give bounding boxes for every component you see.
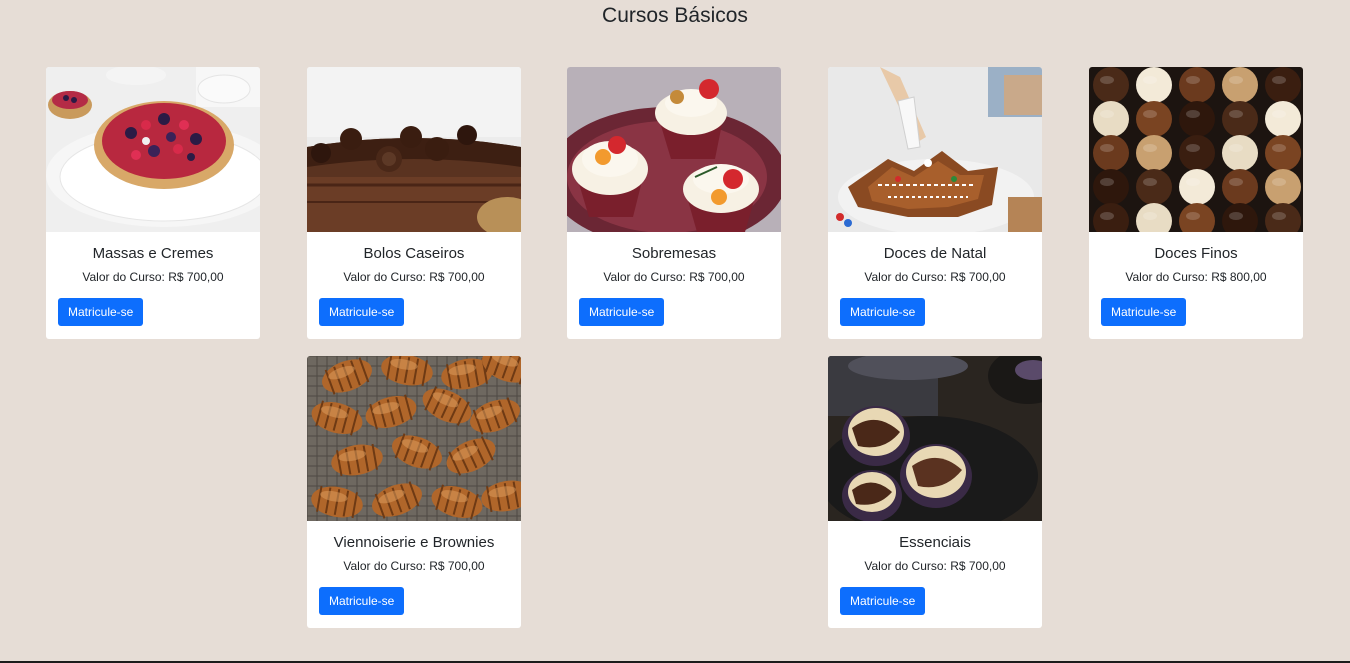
course-card-essenciais: Essenciais Valor do Curso: R$ 700,00 Mat…	[828, 356, 1042, 628]
course-price: Valor do Curso: R$ 700,00	[82, 270, 224, 284]
muffins-image	[828, 356, 1042, 521]
cupcakes-image	[567, 67, 781, 232]
course-card-sobremesas: Sobremesas Valor do Curso: R$ 700,00 Mat…	[567, 67, 781, 339]
course-title: Viennoiserie e Brownies	[333, 534, 495, 551]
course-card-massas-e-cremes: Massas e Cremes Valor do Curso: R$ 700,0…	[46, 67, 260, 339]
section-title: Cursos Básicos	[602, 4, 748, 27]
course-price: Valor do Curso: R$ 700,00	[864, 559, 1006, 573]
course-price: Valor do Curso: R$ 700,00	[343, 559, 485, 573]
course-card-bolos-caseiros: Bolos Caseiros Valor do Curso: R$ 700,00…	[307, 67, 521, 339]
course-price: Valor do Curso: R$ 700,00	[343, 270, 485, 284]
enroll-button[interactable]: Matricule-se	[1101, 298, 1187, 326]
enroll-button[interactable]: Matricule-se	[840, 298, 926, 326]
course-title: Doces Finos	[1154, 245, 1238, 262]
course-price: Valor do Curso: R$ 700,00	[864, 270, 1006, 284]
course-title: Doces de Natal	[883, 245, 987, 262]
chocolate-cake-image	[307, 67, 521, 232]
course-title: Bolos Caseiros	[363, 245, 465, 262]
gingerbread-cookies-image	[828, 67, 1042, 232]
course-title: Massas e Cremes	[92, 245, 214, 262]
course-price: Valor do Curso: R$ 800,00	[1125, 270, 1267, 284]
enroll-button[interactable]: Matricule-se	[58, 298, 144, 326]
course-card-doces-de-natal: Doces de Natal Valor do Curso: R$ 700,00…	[828, 67, 1042, 339]
course-title: Essenciais	[899, 534, 971, 551]
course-price: Valor do Curso: R$ 700,00	[603, 270, 745, 284]
course-title: Sobremesas	[631, 245, 717, 262]
fruit-tart-image	[46, 67, 260, 232]
page: Cursos Básicos Massas e Cremes Valor do …	[0, 0, 1350, 663]
bonbons-image	[1089, 67, 1303, 232]
enroll-button[interactable]: Matricule-se	[319, 298, 405, 326]
croissants-image	[307, 356, 521, 521]
course-card-doces-finos: Doces Finos Valor do Curso: R$ 800,00 Ma…	[1089, 67, 1303, 339]
enroll-button[interactable]: Matricule-se	[579, 298, 665, 326]
enroll-button[interactable]: Matricule-se	[319, 587, 405, 615]
course-card-viennoiserie-e-brownies: Viennoiserie e Brownies Valor do Curso: …	[307, 356, 521, 628]
enroll-button[interactable]: Matricule-se	[840, 587, 926, 615]
